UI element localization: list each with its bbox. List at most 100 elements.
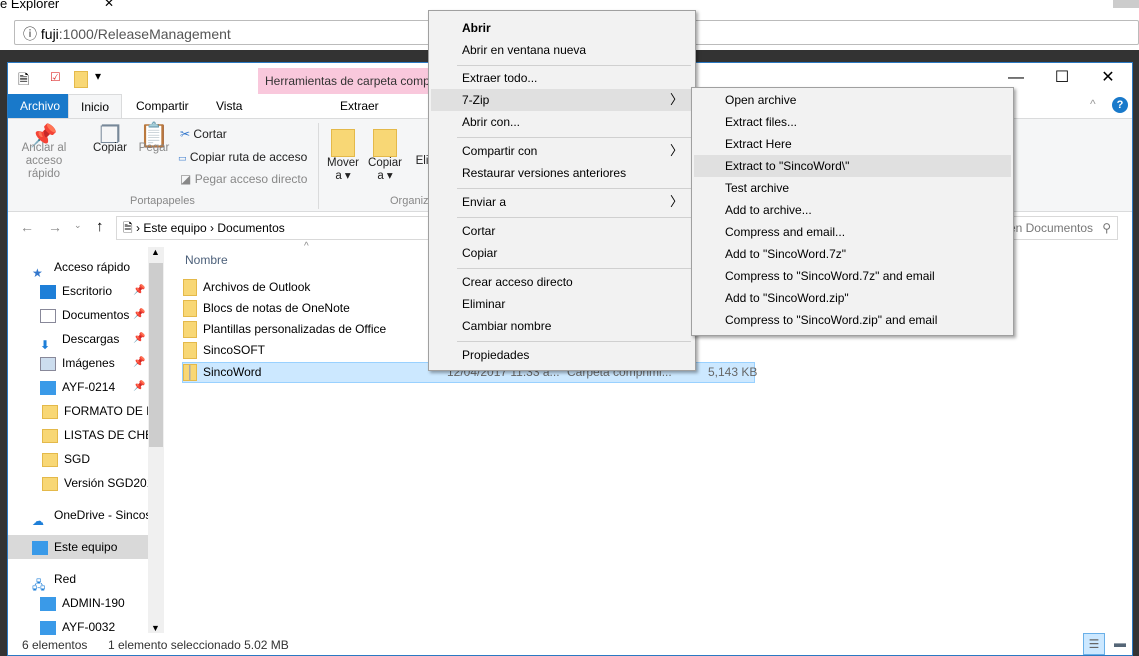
tab-inicio[interactable]: Inicio bbox=[68, 94, 123, 118]
menu-item-create-shortcut[interactable]: Crear acceso directo bbox=[431, 271, 693, 293]
details-view-icon[interactable]: ☰ bbox=[1083, 633, 1105, 655]
folder-icon bbox=[42, 404, 58, 419]
up-icon[interactable]: ↑ bbox=[96, 218, 104, 235]
nav-item[interactable]: ☁OneDrive - Sincosoft bbox=[32, 503, 148, 527]
copy-button[interactable]: ❐ Copiar bbox=[90, 124, 130, 155]
file-row[interactable]: Archivos de Outlook bbox=[183, 277, 310, 298]
column-header-name[interactable]: Nombre bbox=[185, 253, 228, 267]
menu-item-open[interactable]: Abrir bbox=[431, 17, 693, 39]
submenu-item-compress-zip-email[interactable]: Compress to "SincoWord.zip" and email bbox=[694, 309, 1011, 331]
nav-item[interactable]: ⬇ Descargas bbox=[40, 327, 140, 351]
folder-icon bbox=[42, 428, 58, 443]
menu-item-send-to[interactable]: Enviar a 〉 bbox=[431, 191, 693, 213]
menu-item-7zip[interactable]: 7-Zip 〉 bbox=[431, 89, 693, 111]
back-icon[interactable]: ← bbox=[20, 219, 34, 235]
nav-scrollbar[interactable]: ▲ ▼ bbox=[148, 247, 164, 633]
chevron-right-icon: 〉 bbox=[669, 92, 683, 107]
paste-button[interactable]: 📋 Pegar bbox=[134, 124, 174, 155]
nav-item[interactable]: SGD bbox=[42, 447, 148, 471]
cut-button[interactable]: ✂ Cortar bbox=[180, 127, 227, 141]
crumb[interactable]: Documentos bbox=[217, 221, 284, 235]
crumb[interactable]: Este equipo bbox=[143, 221, 206, 235]
submenu-item-compress-email[interactable]: Compress and email... bbox=[694, 221, 1011, 243]
menu-item-rename[interactable]: Cambiar nombre bbox=[431, 315, 693, 337]
checkmark-icon[interactable]: ☑ bbox=[50, 70, 61, 84]
scrollbar-thumb[interactable] bbox=[149, 263, 163, 447]
nav-item[interactable]: FORMATO DE PRESENTACIÓN bbox=[42, 399, 148, 423]
paste-shortcut-button[interactable]: ◪ Pegar acceso directo bbox=[180, 172, 307, 186]
submenu-item-add-7z[interactable]: Add to "SincoWord.7z" bbox=[694, 243, 1011, 265]
menu-item-properties[interactable]: Propiedades bbox=[431, 344, 693, 366]
pin-icon[interactable]: 📌 bbox=[133, 357, 145, 368]
copy-to-button[interactable]: Copiar a ▾ bbox=[366, 129, 404, 183]
info-icon[interactable]: ⓘ bbox=[23, 26, 37, 42]
scroll-down-icon[interactable]: ▼ bbox=[151, 623, 160, 633]
submenu-item-extract-to-folder[interactable]: Extract to "SincoWord\" bbox=[694, 155, 1011, 177]
file-row[interactable]: Blocs de notas de OneNote bbox=[183, 298, 350, 319]
menu-item-open-new-window[interactable]: Abrir en ventana nueva bbox=[431, 39, 693, 61]
nav-item[interactable]: AYF-0214 bbox=[40, 375, 140, 399]
menu-item-copy[interactable]: Copiar bbox=[431, 242, 693, 264]
divider bbox=[318, 123, 319, 209]
pin-icon: 📌 bbox=[30, 123, 58, 148]
pin-quick-access-button[interactable]: 📌 Anclar al acceso rápido bbox=[14, 123, 74, 181]
window-control[interactable] bbox=[1113, 0, 1139, 8]
submenu-item-add-zip[interactable]: Add to "SincoWord.zip" bbox=[694, 287, 1011, 309]
pin-icon[interactable]: 📌 bbox=[133, 285, 145, 296]
nav-item-selected[interactable]: Este equipo bbox=[8, 535, 148, 559]
browser-tab[interactable]: e Explorer bbox=[0, 0, 59, 11]
file-row-selected[interactable]: SincoWord bbox=[183, 362, 261, 383]
folder-icon bbox=[183, 279, 197, 297]
customize-toolbar-icon[interactable]: ▾ bbox=[95, 69, 101, 83]
pin-icon[interactable]: 📌 bbox=[133, 381, 145, 392]
menu-item-cut[interactable]: Cortar bbox=[431, 220, 693, 242]
help-icon[interactable]: ? bbox=[1112, 97, 1128, 113]
submenu-item-extract-files[interactable]: Extract files... bbox=[694, 111, 1011, 133]
breadcrumb[interactable]: 🗎 › Este equipo › Documentos bbox=[116, 216, 436, 240]
tab-extraer[interactable]: Extraer bbox=[328, 94, 391, 118]
collapse-ribbon-icon[interactable]: ^ bbox=[1090, 97, 1096, 111]
properties-icon[interactable]: 🗎 bbox=[18, 69, 29, 93]
close-button[interactable]: ✕ bbox=[1085, 63, 1131, 93]
desktop-icon bbox=[40, 284, 56, 299]
menu-item-restore-versions[interactable]: Restaurar versiones anteriores bbox=[431, 162, 693, 184]
image-icon bbox=[40, 356, 56, 371]
tab-vista[interactable]: Vista bbox=[204, 94, 254, 118]
submenu-item-compress-7z-email[interactable]: Compress to "SincoWord.7z" and email bbox=[694, 265, 1011, 287]
maximize-button[interactable]: ☐ bbox=[1039, 63, 1085, 93]
nav-item[interactable]: LISTAS DE CHEQUEO bbox=[42, 423, 148, 447]
nav-item[interactable]: Versión SGD2017 bbox=[42, 471, 148, 495]
status-bar: 6 elementos 1 elemento seleccionado 5.02… bbox=[8, 633, 1132, 655]
menu-item-extract-all[interactable]: Extraer todo... bbox=[431, 67, 693, 89]
group-label: Organizar bbox=[390, 195, 430, 207]
menu-item-open-with[interactable]: Abrir con... bbox=[431, 111, 693, 133]
star-icon: ★ bbox=[32, 265, 43, 279]
divider bbox=[457, 65, 691, 66]
copy-path-button[interactable]: ▭ Copiar ruta de acceso bbox=[178, 150, 307, 164]
submenu-item-extract-here[interactable]: Extract Here bbox=[694, 133, 1011, 155]
tab-compartir[interactable]: Compartir bbox=[124, 94, 201, 118]
tab-archivo[interactable]: Archivo bbox=[8, 94, 73, 118]
menu-item-share-with[interactable]: Compartir con 〉 bbox=[431, 140, 693, 162]
close-tab-icon[interactable]: ✕ bbox=[104, 0, 114, 10]
menu-item-delete[interactable]: Eliminar bbox=[431, 293, 693, 315]
submenu-item-test-archive[interactable]: Test archive bbox=[694, 177, 1011, 199]
large-icons-view-icon[interactable]: ▬ bbox=[1109, 633, 1131, 653]
recent-icon[interactable]: ⌄ bbox=[74, 220, 82, 231]
nav-item[interactable]: Escritorio bbox=[40, 279, 140, 303]
nav-item[interactable]: Imágenes bbox=[40, 351, 140, 375]
pin-icon[interactable]: 📌 bbox=[133, 333, 145, 344]
computer-icon bbox=[40, 596, 56, 611]
chevron-right-icon: 〉 bbox=[669, 194, 683, 209]
pin-icon[interactable]: 📌 bbox=[133, 309, 145, 320]
submenu-item-add-to-archive[interactable]: Add to archive... bbox=[694, 199, 1011, 221]
search-icon[interactable]: ⚲ bbox=[1102, 217, 1111, 239]
file-row[interactable]: Plantillas personalizadas de Office bbox=[183, 319, 386, 340]
nav-item[interactable]: Documentos bbox=[40, 303, 140, 327]
forward-icon[interactable]: → bbox=[48, 219, 62, 235]
submenu-item-open-archive[interactable]: Open archive bbox=[694, 89, 1011, 111]
new-folder-icon[interactable] bbox=[74, 71, 88, 88]
scroll-up-icon[interactable]: ▲ bbox=[151, 247, 160, 257]
move-to-button[interactable]: Mover a ▾ bbox=[324, 129, 362, 183]
file-row[interactable]: SincoSOFT bbox=[183, 340, 265, 361]
